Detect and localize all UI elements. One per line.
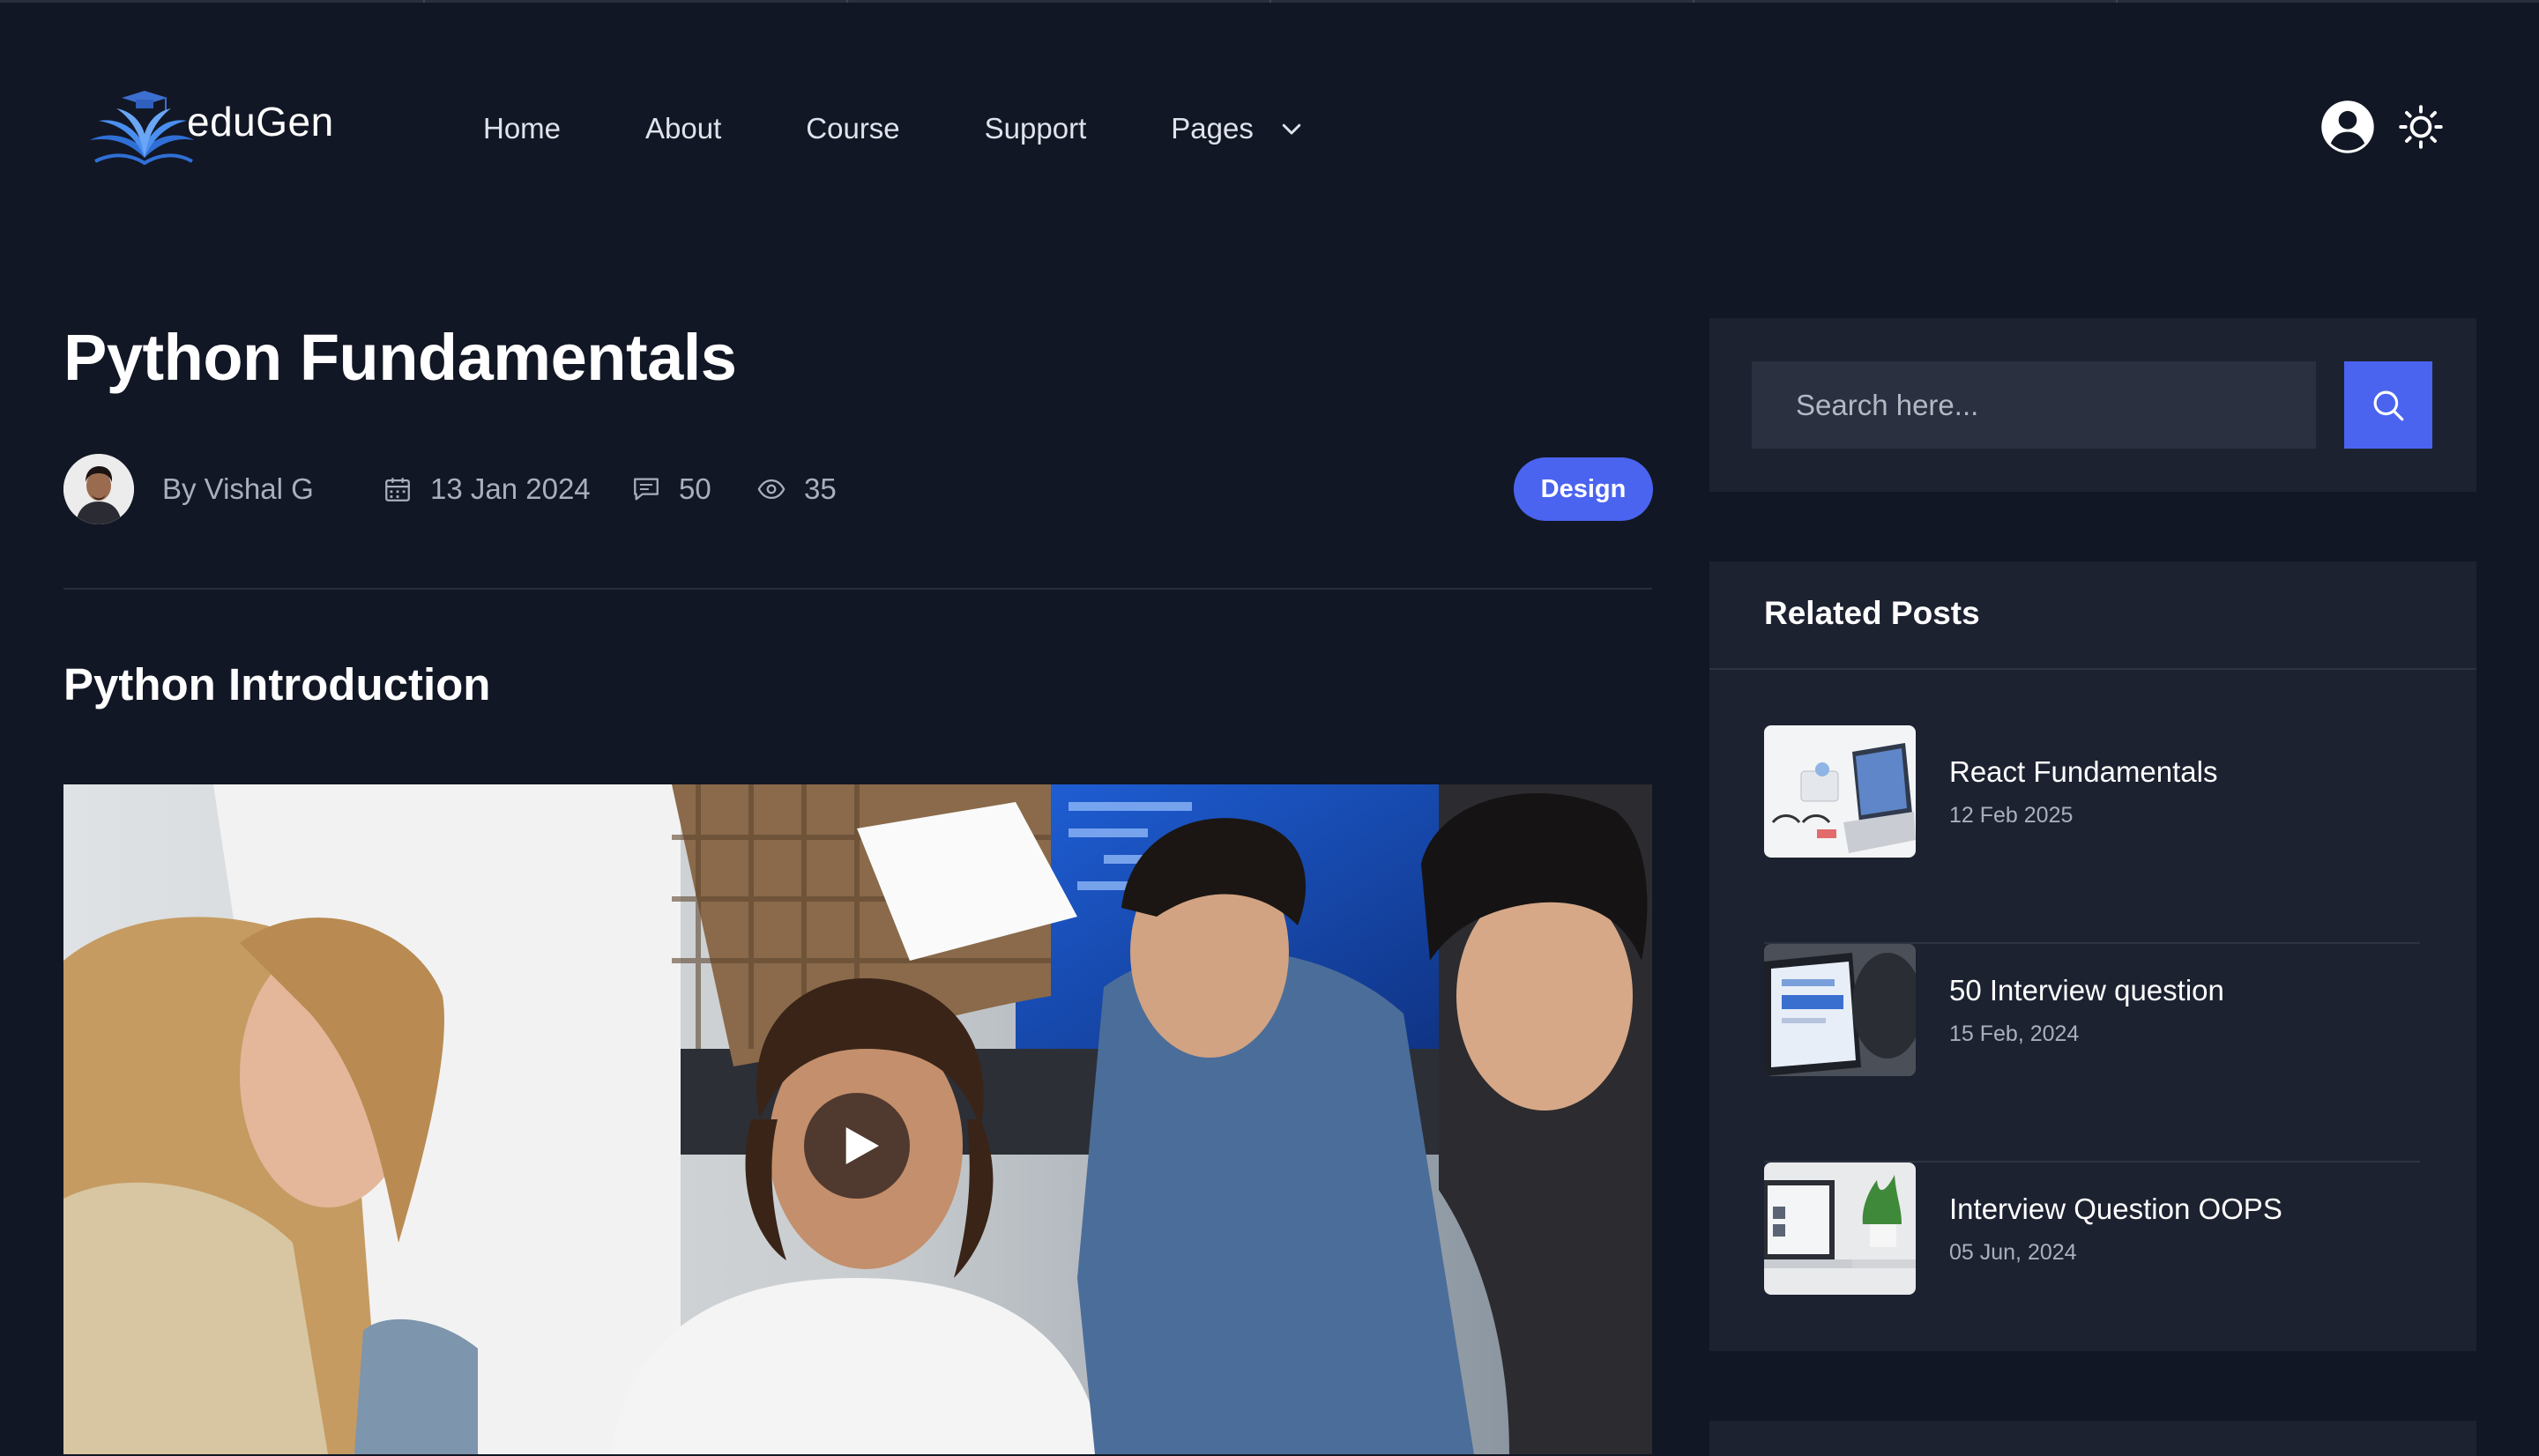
related-post-thumbnail[interactable]: [1764, 1163, 1916, 1295]
post-date-text: 13 Jan 2024: [430, 472, 591, 505]
related-posts-header: Related Posts: [1709, 561, 2476, 670]
search-icon: [2373, 390, 2404, 420]
play-icon: [845, 1127, 879, 1164]
play-button[interactable]: [804, 1093, 910, 1199]
nav-course[interactable]: Course: [806, 112, 899, 145]
nav-pages-label: Pages: [1171, 112, 1254, 145]
author-avatar[interactable]: [63, 454, 134, 524]
eye-icon: [757, 479, 786, 500]
video-player[interactable]: [63, 784, 1652, 1454]
navbar: eduGen Home About Course Support Pages: [0, 3, 2539, 249]
sidebar-widget: [1709, 1421, 2476, 1456]
page-title: Python Fundamentals: [63, 321, 737, 394]
logo[interactable]: eduGen: [78, 82, 360, 170]
category-badge[interactable]: Design: [1514, 457, 1653, 521]
search-widget: [1709, 318, 2476, 492]
nav-about[interactable]: About: [645, 112, 721, 145]
related-post-item: 50 Interview question 15 Feb, 2024: [1764, 944, 2420, 1163]
author-name[interactable]: By Vishal G: [162, 472, 314, 506]
calendar-icon: [385, 478, 410, 501]
post-views: 35: [756, 472, 837, 506]
related-post-date: 05 Jun, 2024: [1949, 1240, 2077, 1265]
related-post-item: Interview Question OOPS 05 Jun, 2024: [1764, 1163, 2420, 1381]
view-count: 35: [804, 472, 837, 505]
brand-name: eduGen: [187, 99, 334, 145]
related-post-thumbnail[interactable]: [1764, 725, 1916, 858]
post-meta: By Vishal G 13 Jan 2024 50 35 Design: [63, 454, 1653, 524]
search-input[interactable]: [1752, 361, 2316, 449]
nav-home[interactable]: Home: [483, 112, 561, 145]
nav-actions: [2320, 100, 2444, 154]
related-post-title[interactable]: Interview Question OOPS: [1949, 1192, 2282, 1226]
user-circle-icon[interactable]: [2320, 100, 2375, 154]
sun-icon[interactable]: [2398, 104, 2444, 150]
main-nav: Home About Course Support Pages: [483, 107, 1305, 151]
divider: [63, 588, 1652, 590]
section-title: Python Introduction: [63, 659, 491, 709]
post-comments[interactable]: 50: [631, 472, 711, 506]
nav-pages-dropdown[interactable]: Pages: [1171, 112, 1305, 145]
related-posts-title: Related Posts: [1764, 595, 1980, 631]
comment-icon: [634, 478, 659, 501]
search-button[interactable]: [2344, 361, 2432, 449]
post-date: 13 Jan 2024: [383, 472, 591, 506]
comment-count: 50: [679, 472, 711, 505]
nav-support[interactable]: Support: [985, 112, 1087, 145]
related-post-title[interactable]: React Fundamentals: [1949, 755, 2218, 789]
related-posts-widget: Related Posts React Fundamentals 12 Feb …: [1709, 561, 2476, 1351]
related-post-item: React Fundamentals 12 Feb 2025: [1764, 725, 2420, 944]
related-post-date: 15 Feb, 2024: [1949, 1021, 2080, 1046]
related-post-date: 12 Feb 2025: [1949, 803, 2074, 828]
related-post-title[interactable]: 50 Interview question: [1949, 974, 2224, 1007]
related-post-thumbnail[interactable]: [1764, 944, 1916, 1076]
chevron-down-icon: [1282, 123, 1301, 135]
edugen-logo-icon: [90, 91, 194, 166]
